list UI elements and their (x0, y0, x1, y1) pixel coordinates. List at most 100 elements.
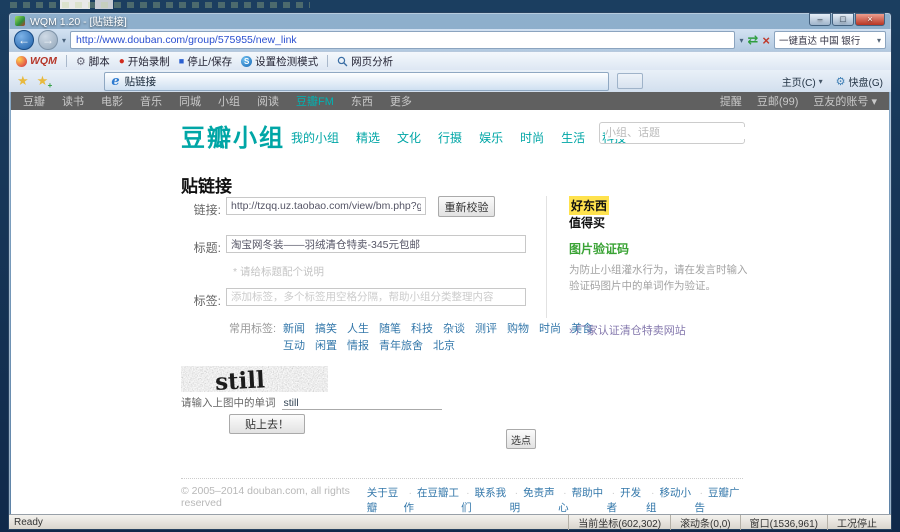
footer-link[interactable]: 豆瓣广告 (695, 485, 744, 514)
tag-link[interactable]: 搞笑 (315, 320, 337, 336)
footer-link[interactable]: 关于豆瓣 (367, 485, 404, 514)
tag-link[interactable]: 时尚 (539, 320, 561, 336)
gnav-featured[interactable]: 精选 (356, 129, 380, 146)
minimize-button[interactable]: – (809, 13, 831, 26)
gnav-entertainment[interactable]: 娱乐 (479, 129, 503, 146)
group-search-input[interactable] (605, 127, 747, 139)
gnav-fashion[interactable]: 时尚 (520, 129, 544, 146)
forward-button[interactable]: → (38, 30, 58, 50)
link-input[interactable] (226, 197, 426, 215)
revalidate-button[interactable]: 重新校验 (438, 196, 495, 217)
footer-link[interactable]: 帮助中心 (558, 485, 607, 514)
nav-item-douban[interactable]: 豆瓣 (23, 93, 45, 109)
history-dropdown-icon[interactable]: ▾ (62, 36, 66, 45)
nav-item-books[interactable]: 读书 (62, 93, 84, 109)
toolbar-stop-save-button[interactable]: ■ 停止/保存 (179, 54, 232, 69)
common-tags-row-1: 新闻 搞笑 人生 随笔 科技 杂谈 测评 购物 时尚 美食 (283, 320, 593, 336)
content-divider (546, 196, 547, 318)
favorites-icon[interactable]: ★ (17, 73, 29, 89)
tag-link[interactable]: 人生 (347, 320, 369, 336)
promo-link[interactable]: › 厂家认证清仓特卖网站 (569, 322, 686, 338)
footer-link[interactable]: 在豆瓣工作 (404, 485, 462, 514)
copyright-text: © 2005–2014 douban.com, all rights reser… (181, 485, 350, 509)
tag-link[interactable]: 新闻 (283, 320, 305, 336)
gnav-photography[interactable]: 行摄 (438, 129, 462, 146)
group-name-rest: 值得买 (569, 216, 606, 230)
gnav-my-groups[interactable]: 我的小组 (291, 129, 339, 146)
title-input[interactable] (226, 235, 526, 253)
app-icon (15, 16, 25, 26)
toolbar-page-analysis-button[interactable]: 网页分析 (337, 54, 393, 69)
status-coords: 当前坐标(602,302) (568, 514, 670, 530)
command-bar: 主页(C) ▾ ⚙ 快盘(G) (782, 74, 883, 89)
stop-icon[interactable]: × (762, 33, 770, 48)
submit-button[interactable]: 贴上去！ (229, 414, 305, 434)
add-favorite-icon[interactable]: ★ + (37, 73, 53, 90)
toolbar-record-button[interactable]: ● 开始录制 (119, 54, 170, 69)
tag-link[interactable]: 互动 (283, 337, 305, 353)
gear-icon: ⚙ (835, 75, 846, 88)
quick-access-label: 一键直达 中国 银行 (779, 36, 861, 47)
link-label: 链接: (193, 203, 221, 217)
page-footer: © 2005–2014 douban.com, all rights reser… (181, 478, 743, 514)
close-button[interactable]: × (855, 13, 885, 26)
gnav-culture[interactable]: 文化 (397, 129, 421, 146)
nav-item-groups[interactable]: 小组 (218, 93, 240, 109)
toolbar-detect-mode-button[interactable]: S 设置检测模式 (241, 54, 318, 69)
maximize-button[interactable]: □ (832, 13, 854, 26)
window-titlebar[interactable]: WQM 1.20 - [贴链接] – □ × (9, 13, 891, 29)
nav-item-more[interactable]: 更多 (390, 93, 412, 109)
captcha-label: 请输入上图中的单词 (181, 397, 276, 409)
home-page-button[interactable]: 主页(C) ▾ (782, 74, 823, 89)
tag-link[interactable]: 杂谈 (443, 320, 465, 336)
new-tab-button[interactable] (617, 73, 644, 89)
footer-link[interactable]: 联系我们 (461, 485, 510, 514)
nav-doumail[interactable]: 豆邮(99) (757, 93, 799, 109)
tag-link[interactable]: 随笔 (379, 320, 401, 336)
common-tags-label: 常用标签: (229, 323, 277, 335)
status-bar: Ready 当前坐标(602,302) 滚动条(0,0) 窗口(1536,961… (9, 514, 891, 530)
tag-link[interactable]: 测评 (475, 320, 497, 336)
script-icon: ⚙ (75, 55, 86, 68)
nav-item-city[interactable]: 同城 (179, 93, 201, 109)
nav-item-music[interactable]: 音乐 (140, 93, 162, 109)
status-window-size: 窗口(1536,961) (739, 514, 827, 530)
record-icon: ● (118, 55, 125, 67)
nav-notifications[interactable]: 提醒 (720, 93, 742, 109)
tag-input[interactable] (226, 288, 526, 306)
url-dropdown-icon[interactable]: ▾ (739, 36, 743, 45)
tag-link[interactable]: 科技 (411, 320, 433, 336)
footer-link[interactable]: 免责声明 (510, 485, 559, 514)
nav-right-group: 提醒 豆邮(99) 豆友的账号 ▾ (720, 93, 877, 109)
tag-link[interactable]: 购物 (507, 320, 529, 336)
address-bar: ← → ▾ ▾ ⇄ × 一键直达 中国 银行 ▾ (9, 29, 891, 51)
url-input[interactable] (71, 34, 735, 46)
nav-item-read[interactable]: 阅读 (257, 93, 279, 109)
tag-link[interactable]: 北京 (433, 337, 455, 353)
tag-link[interactable]: 闲置 (315, 337, 337, 353)
tag-link[interactable]: 情报 (347, 337, 369, 353)
toolbar-script-button[interactable]: ⚙ 脚本 (76, 54, 110, 69)
footer-link[interactable]: 开发者 (607, 485, 646, 514)
gnav-life[interactable]: 生活 (561, 129, 585, 146)
nav-account[interactable]: 豆友的账号 ▾ (813, 93, 877, 109)
overlay-pick-button[interactable]: 选点 (506, 429, 536, 449)
captcha-info-link[interactable]: 图片验证码 (569, 240, 629, 257)
captcha-image: still (181, 366, 328, 392)
nav-item-things[interactable]: 东西 (351, 93, 373, 109)
tab-post-link[interactable]: e 贴链接 (104, 71, 610, 91)
kuaipan-button[interactable]: ⚙ 快盘(G) (836, 74, 883, 89)
nav-item-fm[interactable]: 豆瓣FM (296, 93, 334, 109)
status-right-group: 当前坐标(602,302) 滚动条(0,0) 窗口(1536,961) 工况停止 (568, 514, 886, 530)
wqm-logo[interactable]: WQM (16, 55, 57, 67)
tag-link[interactable]: 青年旅舍 (379, 337, 423, 353)
tag-label: 标签: (193, 294, 221, 308)
status-mode: 工况停止 (827, 514, 886, 530)
quick-access-dropdown[interactable]: 一键直达 中国 银行 ▾ (774, 31, 886, 49)
nav-item-movies[interactable]: 电影 (101, 93, 123, 109)
back-button[interactable]: ← (14, 30, 34, 50)
captcha-input[interactable] (281, 397, 442, 410)
footer-link[interactable]: 移动小组 (646, 485, 695, 514)
refresh-icon[interactable]: ⇄ (748, 32, 759, 48)
douban-groups-logo[interactable]: 豆瓣小组 (181, 118, 285, 153)
